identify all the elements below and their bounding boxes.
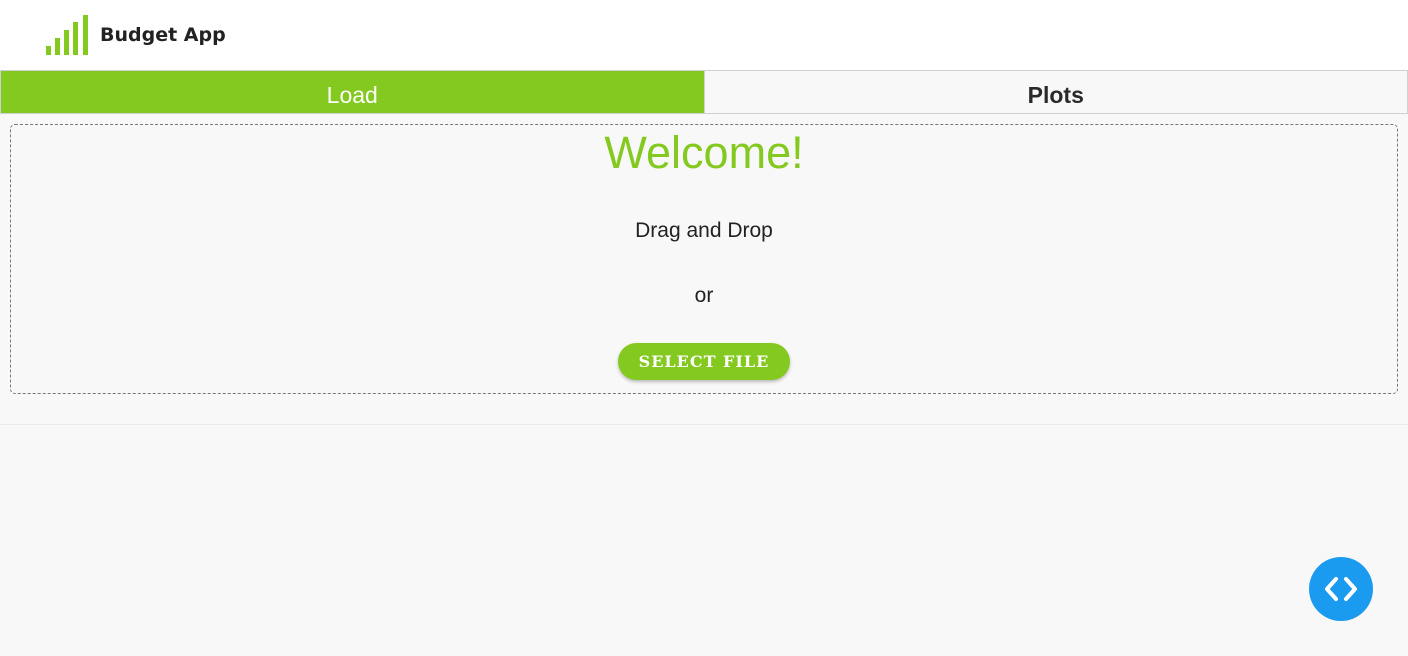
divider — [0, 424, 1408, 425]
or-text: or — [694, 284, 714, 307]
tab-load[interactable]: Load — [0, 70, 704, 114]
drag-drop-text: Drag and Drop — [635, 219, 773, 242]
code-icon — [1325, 577, 1357, 601]
app-logo[interactable] — [46, 15, 92, 55]
tab-plots[interactable]: Plots — [703, 70, 1408, 114]
file-dropzone[interactable]: Welcome! Drag and Drop or SELECT FILE — [10, 124, 1398, 394]
app-header: Budget App — [0, 0, 1408, 70]
code-toggle-button[interactable] — [1309, 557, 1373, 621]
tab-bar: Load Plots — [0, 70, 1408, 114]
bar-chart-icon — [46, 15, 88, 55]
welcome-heading: Welcome! — [604, 127, 804, 178]
select-file-button[interactable]: SELECT FILE — [618, 343, 790, 380]
app-title: Budget App — [100, 24, 226, 46]
